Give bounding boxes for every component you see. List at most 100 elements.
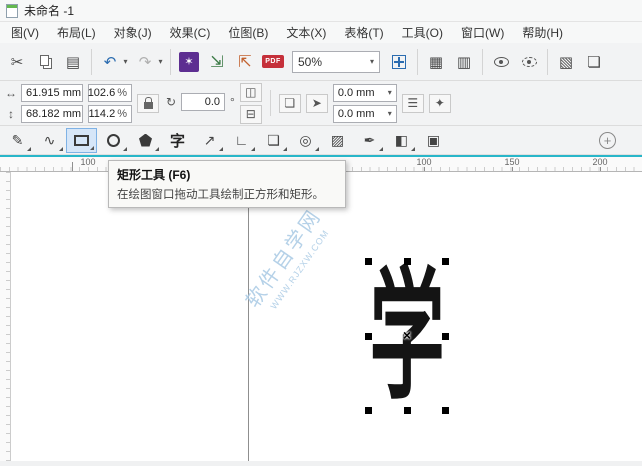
zoom-level-combobox[interactable]: 50% ▾ [292,50,380,73]
contour-tool[interactable]: ◎ [290,128,321,153]
menu-object[interactable]: 对象(J) [105,22,161,43]
redo-dropdown[interactable]: ▾ [156,57,165,66]
undo-button[interactable]: ↶ [97,49,123,75]
selection-handle-top-left[interactable] [365,258,372,265]
freehand-tool[interactable]: ✎ [2,128,33,153]
tooltip: 矩形工具 (F6) 在绘图窗口拖动工具绘制正方形和矩形。 [108,160,346,208]
menu-bitmaps[interactable]: 位图(B) [219,22,277,43]
mirror-horizontal-button[interactable]: ◫ [239,82,262,102]
show-grid-button[interactable]: ▥ [451,49,477,75]
import-button[interactable]: ⇲ [204,49,230,75]
extra-button-b[interactable]: ❏ [581,49,607,75]
artistic-media-tool[interactable]: ∿ [34,128,65,153]
plus-icon: + [603,132,612,148]
object-height-field[interactable]: 68.182 mm [21,104,83,123]
cut-icon: ✂ [10,53,24,71]
customize-toolbox-button[interactable]: + [599,131,616,149]
menu-window[interactable]: 窗口(W) [452,22,513,43]
dimension-tool[interactable]: ↗ [194,128,225,153]
to-front-icon: ❏ [284,96,296,110]
to-front-button[interactable]: ❏ [278,93,301,113]
menu-table[interactable]: 表格(T) [335,22,392,43]
mirror-group: ◫ ⊟ [239,82,262,124]
zoom-fit-icon [392,54,406,69]
object-size-group: ↔ 61.915 mm ↕ 68.182 mm [4,83,83,123]
show-button[interactable] [488,49,514,75]
mirror-vertical-icon: ⊟ [245,107,256,121]
eyedropper-icon: ✒ [363,131,376,148]
width-icon: ↔ [5,85,17,100]
cut-button[interactable]: ✂ [4,49,30,75]
selection-handle-middle-right[interactable] [442,333,449,340]
contour-icon: ◎ [299,131,312,148]
connector-tool[interactable]: ∟ [226,128,257,153]
percent-label: % [117,107,127,120]
menu-text[interactable]: 文本(X) [277,22,335,43]
lock-ratio-button[interactable] [137,93,159,113]
toolbar-separator [547,48,548,75]
selection-handle-top-middle[interactable] [404,258,411,265]
eye-icon [493,56,509,67]
smart-fill-icon: ▣ [426,131,441,148]
zoom-fit-button[interactable] [386,49,412,75]
selection-handle-top-right[interactable] [442,258,449,265]
watermark-text: 软件自学网 [242,205,327,312]
vertical-ruler[interactable] [0,172,11,461]
selected-object[interactable]: 学 × [365,258,449,414]
smart-fill-tool[interactable]: ▣ [418,128,449,153]
options-button[interactable]: ☰ [401,93,424,113]
selection-handle-bottom-right[interactable] [442,407,449,414]
drop-shadow-icon: ❏ [267,131,280,148]
ruler-label: 200 [590,157,610,167]
menu-help[interactable]: 帮助(H) [513,22,572,43]
selection-handle-bottom-left[interactable] [365,407,372,414]
page-border [248,186,249,461]
copy-button[interactable] [32,49,58,75]
drawing-canvas[interactable]: 软件自学网 WWW.RJZXW.COM 学 × [11,172,642,461]
ellipse-tool[interactable] [98,128,129,153]
scale-v-field[interactable]: 114.2% [88,104,132,123]
preview-button[interactable] [516,49,542,75]
menu-layout[interactable]: 布局(L) [48,22,105,43]
mirror-vertical-button[interactable]: ⊟ [239,104,262,124]
eyedropper-tool[interactable]: ✒ [354,128,385,153]
scale-h-field[interactable]: 102.6% [88,83,132,102]
chevron-down-icon: ▾ [387,109,392,118]
paste-icon: ▤ [65,53,81,71]
drop-shadow-tool[interactable]: ❏ [258,128,289,153]
interactive-fill-tool[interactable]: ◧ [386,128,417,153]
undo-dropdown[interactable]: ▾ [121,57,130,66]
transparency-tool[interactable]: ▨ [322,128,353,153]
outline-width-combo-bottom[interactable]: 0.0 mm ▾ [332,104,397,123]
rotation-angle-field[interactable]: 0.0 [181,92,225,111]
outline-width-combo-top[interactable]: 0.0 mm ▾ [332,83,397,102]
polygon-tool[interactable] [130,128,161,153]
pick-mode-button[interactable]: ➤ [305,93,328,113]
scale-group: 102.6% 114.2% [88,83,132,123]
effects-button[interactable]: ✦ [428,93,451,113]
text-tool[interactable]: 字 [162,128,193,153]
chevron-down-icon: ▾ [387,88,392,97]
publish-pdf-button[interactable]: PDF [260,49,286,75]
welcome-screen-button[interactable]: ✶ [176,49,202,75]
redo-icon: ↷ [138,53,152,71]
selection-handle-middle-left[interactable] [365,333,372,340]
menu-effects[interactable]: 效果(C) [161,22,220,43]
paste-button[interactable]: ▤ [60,49,86,75]
watermark-url: WWW.RJZXW.COM [268,227,331,311]
menu-tools[interactable]: 工具(O) [393,22,452,43]
grid-icon: ▥ [456,53,472,71]
rectangle-tool[interactable] [66,127,97,153]
export-button[interactable]: ⇱ [232,49,258,75]
window-title: 未命名 -1 [24,4,75,18]
selection-handle-bottom-middle[interactable] [404,407,411,414]
show-rulers-button[interactable]: ▦ [423,49,449,75]
rulers-icon: ▦ [428,53,444,71]
object-width-field[interactable]: 61.915 mm [21,83,83,102]
extra-button-a[interactable]: ▧ [553,49,579,75]
property-bar: ↔ 61.915 mm ↕ 68.182 mm 102.6% 114.2% ↻ … [0,81,642,126]
menu-view[interactable]: 图(V) [2,22,48,43]
selection-center-marker[interactable]: × [403,327,411,343]
document-icon [6,3,18,18]
redo-button[interactable]: ↷ [132,49,158,75]
